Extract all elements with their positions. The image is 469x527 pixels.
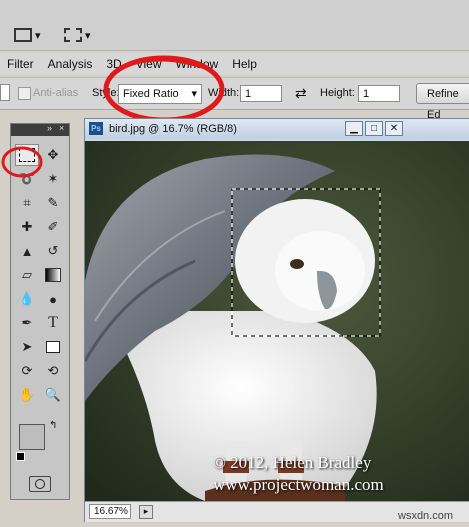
- tool-grid: ✥ ➰ ✶ ⌗ ✎ ✚ ✐ ▲ ↺ ▱ 💧 ● ✒ T ➤ ⟳ ⟲ ✋ 🔍: [15, 144, 67, 406]
- document-window: Ps bird.jpg @ 16.7% (RGB/8) ▁ □ ✕ © 2012…: [84, 118, 469, 522]
- height-label: Height:: [320, 87, 355, 99]
- swap-colors-icon[interactable]: ↰: [49, 420, 57, 431]
- document-canvas[interactable]: © 2012, Helen Bradley www.projectwoman.c…: [85, 141, 469, 501]
- screen-mode-icon: [14, 28, 32, 42]
- arrange-icon: [64, 28, 82, 42]
- close-button[interactable]: ✕: [385, 121, 403, 136]
- collapse-icon[interactable]: »: [47, 123, 52, 133]
- anti-alias-checkbox[interactable]: [18, 87, 31, 100]
- foreground-color-swatch[interactable]: [19, 424, 45, 450]
- tools-panel-header[interactable]: » ×: [11, 123, 69, 136]
- eraser-icon[interactable]: ▱: [15, 264, 39, 286]
- blur-icon[interactable]: 💧: [15, 288, 39, 310]
- tool-options-bar: Anti-alias Style: Fixed Ratio ▾ Width: 1…: [0, 77, 469, 121]
- eyedropper-icon[interactable]: ✎: [41, 192, 65, 214]
- watermark-copyright: © 2012, Helen Bradley: [213, 453, 372, 472]
- quick-mask-icon: [35, 479, 45, 489]
- chevron-down-icon: ▾: [85, 29, 91, 42]
- pen-icon[interactable]: ✒: [15, 312, 39, 334]
- menu-analysis[interactable]: Analysis: [41, 57, 100, 71]
- height-field[interactable]: 1: [358, 85, 400, 102]
- brush-icon[interactable]: ✐: [41, 216, 65, 238]
- dodge-icon[interactable]: ●: [41, 288, 65, 310]
- maximize-button[interactable]: □: [365, 121, 383, 136]
- bird-photo: [85, 141, 469, 501]
- site-watermark: wsxdn.com: [398, 510, 454, 522]
- arrange-documents-button[interactable]: ▾: [64, 24, 91, 46]
- menu-bar: Filter Analysis 3D View Window Help: [0, 53, 469, 75]
- close-icon[interactable]: ×: [59, 123, 64, 133]
- 3d-orbit-icon[interactable]: ⟲: [41, 360, 65, 382]
- refine-edge-button[interactable]: Refine Ed: [416, 83, 469, 121]
- width-field[interactable]: 1: [240, 85, 282, 102]
- stamp-icon[interactable]: ▲: [15, 240, 39, 262]
- zoom-field[interactable]: 16.67%: [89, 504, 131, 519]
- close-icon: ✕: [389, 123, 399, 134]
- 3d-rotate-icon[interactable]: ⟳: [15, 360, 39, 382]
- minimize-button[interactable]: ▁: [345, 121, 363, 136]
- gradient-icon[interactable]: [41, 264, 65, 286]
- application-bar: ▾ ▾: [0, 0, 469, 51]
- chevron-down-icon: ▾: [35, 29, 41, 42]
- annotation-ellipse-marquee: [1, 146, 43, 178]
- feather-field[interactable]: [0, 84, 10, 101]
- maximize-icon: □: [370, 123, 378, 134]
- photoshop-icon: Ps: [89, 122, 103, 135]
- crop-icon[interactable]: ⌗: [15, 192, 39, 214]
- quick-mask-button[interactable]: [29, 476, 51, 492]
- menu-help[interactable]: Help: [225, 57, 264, 71]
- anti-alias-label: Anti-alias: [33, 87, 79, 99]
- zoom-icon[interactable]: 🔍: [41, 384, 65, 406]
- history-brush-icon[interactable]: ↺: [41, 240, 65, 262]
- annotation-ellipse-style: [103, 55, 225, 123]
- default-colors-icon[interactable]: [16, 452, 25, 461]
- screen-mode-button[interactable]: ▾: [14, 24, 41, 46]
- document-title: bird.jpg @ 16.7% (RGB/8): [109, 123, 237, 135]
- path-select-icon[interactable]: ➤: [15, 336, 39, 358]
- healing-icon[interactable]: ✚: [15, 216, 39, 238]
- swap-dimensions-icon[interactable]: ⇄: [295, 85, 307, 102]
- type-icon[interactable]: T: [41, 312, 65, 334]
- hand-icon[interactable]: ✋: [15, 384, 39, 406]
- minimize-icon: ▁: [350, 123, 358, 134]
- shape-icon[interactable]: [41, 336, 65, 358]
- watermark-url: www.projectwoman.com: [213, 475, 384, 494]
- document-titlebar[interactable]: Ps bird.jpg @ 16.7% (RGB/8) ▁ □ ✕: [85, 119, 469, 139]
- menu-filter[interactable]: Filter: [0, 57, 41, 71]
- status-menu-icon[interactable]: ▸: [139, 505, 153, 519]
